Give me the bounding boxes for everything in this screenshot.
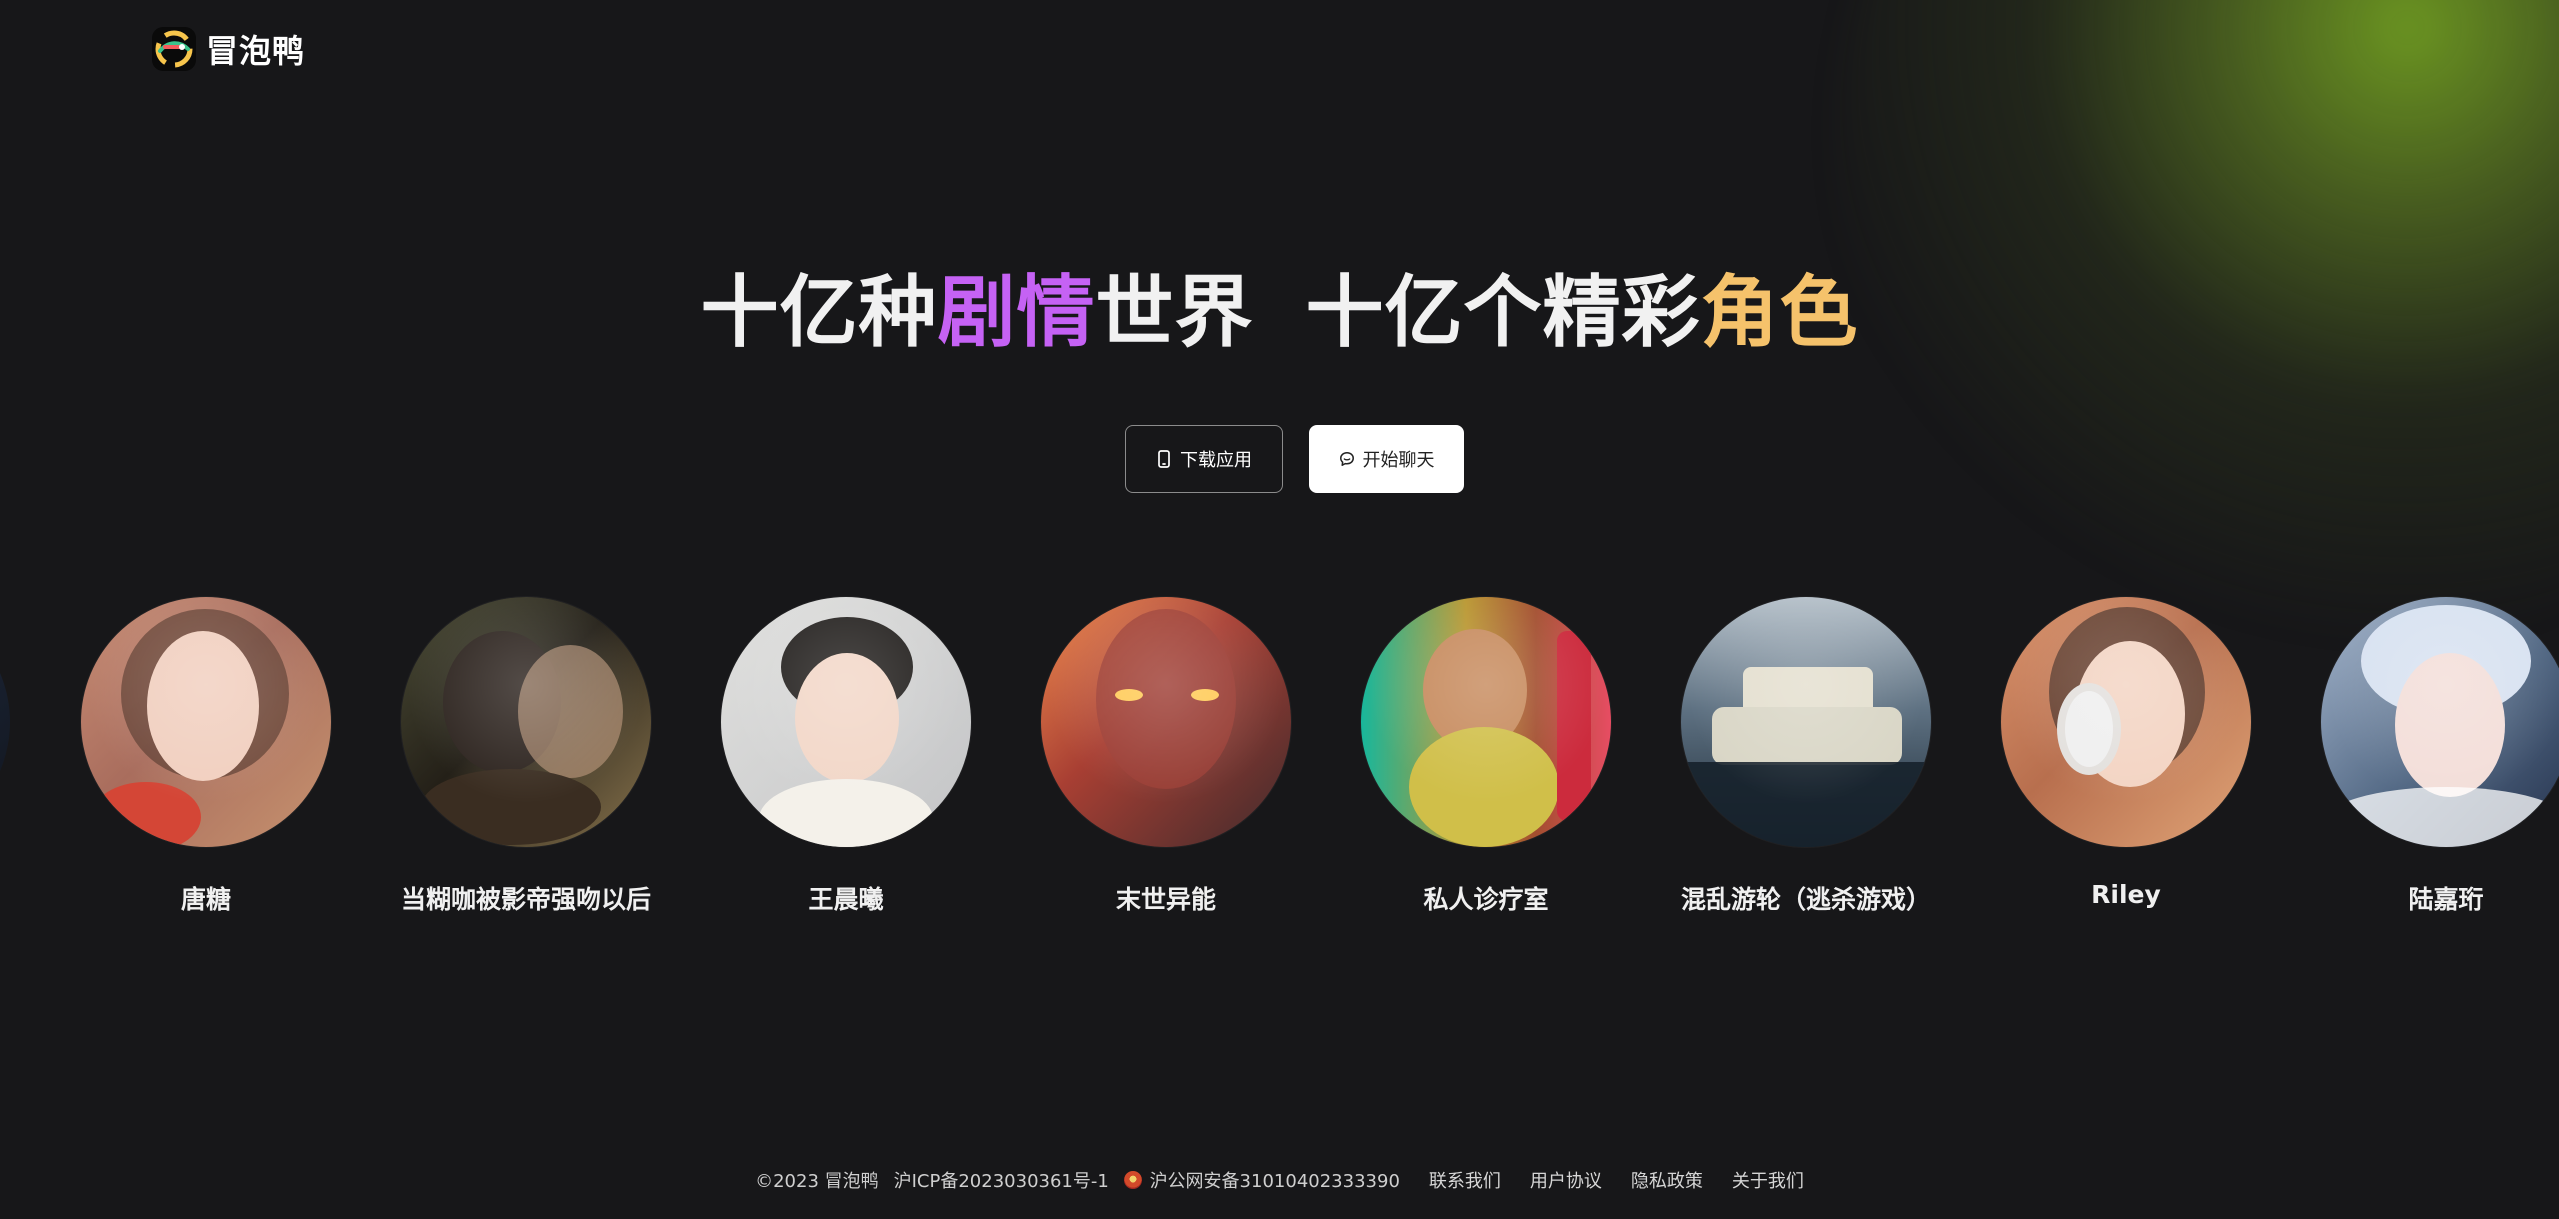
character-avatar-icon[interactable] [401, 597, 651, 847]
footer-link-about-us[interactable]: 关于我们 [1732, 1167, 1804, 1193]
character-name[interactable]: 私人诊疗室 [1361, 880, 1611, 916]
avatar-highlight [81, 597, 331, 847]
chat-bubble-icon [1339, 452, 1354, 466]
duck-logo-icon [152, 27, 196, 71]
hero-title-part-3: 世界 [1095, 268, 1254, 358]
brand-name: 冒泡鸭 [206, 32, 306, 70]
site-footer: ©2023 冒泡鸭 沪ICP备2023030361号-1 沪公网安备310104… [0, 1167, 2559, 1193]
footer-row: ©2023 冒泡鸭 沪ICP备2023030361号-1 沪公网安备310104… [755, 1167, 1804, 1193]
character-avatar-icon[interactable] [2321, 597, 2559, 847]
avatar-highlight [1681, 597, 1931, 847]
character-name[interactable]: 末世异能 [1041, 880, 1291, 916]
avatar-highlight [2321, 597, 2559, 847]
hero-title-part-4: 十亿个精彩 [1305, 268, 1701, 358]
hero-title-part-5: 角色 [1700, 268, 1859, 358]
character-avatar-icon[interactable] [1041, 597, 1291, 847]
character-name[interactable]: 唐糖 [81, 880, 331, 916]
duck-logo-svg [155, 30, 193, 68]
phone-icon [1158, 450, 1170, 468]
start-chat-button[interactable]: 开始聊天 [1309, 425, 1464, 493]
download-app-button[interactable]: 下载应用 [1125, 425, 1283, 493]
avatar-highlight [401, 597, 651, 847]
footer-link-contact[interactable]: 联系我们 [1429, 1167, 1501, 1193]
character-carousel: 唐糖 当糊咖被影帝强吻以后 王晨曦 末世异能 私人诊疗室 混乱游轮（逃杀游戏） … [0, 597, 2559, 927]
avatar-highlight [721, 597, 971, 847]
hero-title: 十亿种剧情世界 十亿个精彩角色 [0, 250, 2559, 362]
character-card-lu-jiaheng[interactable]: 陆嘉珩 [2321, 597, 2559, 916]
start-chat-label: 开始聊天 [1362, 450, 1435, 471]
police-badge-icon [1123, 1171, 1142, 1189]
character-card-apocalypse[interactable]: 末世异能 [1041, 597, 1291, 916]
character-avatar-icon[interactable] [2001, 597, 2251, 847]
character-card-kiss-story[interactable]: 当糊咖被影帝强吻以后 [401, 597, 651, 916]
brand-logo[interactable]: 冒泡鸭 [152, 26, 305, 72]
footer-link-user-agreement[interactable]: 用户协议 [1530, 1167, 1602, 1193]
avatar-highlight [1361, 597, 1611, 847]
hero-title-part-2: 剧情 [937, 268, 1096, 358]
download-app-label: 下载应用 [1180, 450, 1252, 471]
avatar-highlight [1041, 597, 1291, 847]
character-name[interactable]: 陆嘉珩 [2321, 880, 2559, 916]
character-avatar-icon[interactable] [1361, 597, 1611, 847]
character-name[interactable]: 当糊咖被影帝强吻以后 [401, 880, 651, 916]
partial-character-avatar-icon[interactable] [0, 597, 10, 847]
character-avatar-icon[interactable] [721, 597, 971, 847]
footer-police-record-text: 沪公网安备31010402333390 [1149, 1171, 1400, 1192]
character-name[interactable]: 王晨曦 [721, 880, 971, 916]
character-card-chaos-cruise[interactable]: 混乱游轮（逃杀游戏） [1681, 597, 1931, 916]
character-card-clinic[interactable]: 私人诊疗室 [1361, 597, 1611, 916]
character-card-riley[interactable]: Riley [2001, 597, 2251, 909]
footer-police-record[interactable]: 沪公网安备31010402333390 [1123, 1167, 1400, 1193]
avatar-highlight [2001, 597, 2251, 847]
character-name[interactable]: 混乱游轮（逃杀游戏） [1681, 880, 1931, 916]
character-avatar-icon[interactable] [81, 597, 331, 847]
hero-actions: 下载应用 开始聊天 [0, 425, 2559, 493]
footer-link-privacy-policy[interactable]: 隐私政策 [1631, 1167, 1703, 1193]
character-name[interactable]: Riley [2001, 880, 2251, 909]
hero-title-part-1: 十亿种 [700, 268, 938, 358]
footer-icp-record[interactable]: 沪ICP备2023030361号-1 [894, 1167, 1109, 1193]
character-card-tangtang[interactable]: 唐糖 [81, 597, 331, 916]
character-card-wang-chenxi[interactable]: 王晨曦 [721, 597, 971, 916]
footer-copyright: ©2023 冒泡鸭 [755, 1171, 879, 1192]
landing-page: 冒泡鸭 十亿种剧情世界 十亿个精彩角色 下载应用 开始聊天 唐糖 当糊咖被影帝强… [0, 0, 2559, 1219]
character-avatar-icon[interactable] [1681, 597, 1931, 847]
